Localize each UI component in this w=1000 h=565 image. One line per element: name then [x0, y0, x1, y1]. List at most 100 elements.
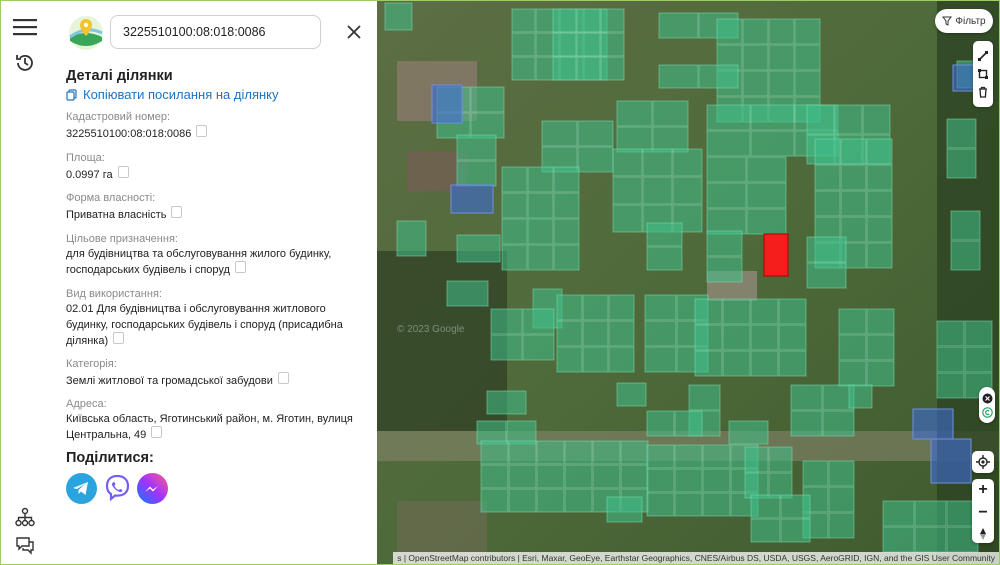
- parcel[interactable]: [536, 464, 565, 489]
- parcel[interactable]: [840, 164, 867, 191]
- parcel[interactable]: [838, 334, 867, 361]
- parcel[interactable]: [646, 492, 675, 517]
- parcel[interactable]: [608, 346, 635, 373]
- copyright-icon[interactable]: [981, 406, 993, 418]
- parcel[interactable]: [702, 492, 731, 517]
- parcel[interactable]: [862, 104, 891, 135]
- parcel[interactable]: [694, 298, 723, 325]
- parcel[interactable]: [674, 410, 703, 437]
- parcel[interactable]: [866, 334, 895, 361]
- parcel[interactable]: [522, 308, 555, 335]
- parcel[interactable]: [706, 230, 743, 257]
- parcel[interactable]: [706, 130, 751, 157]
- parcel[interactable]: [456, 160, 497, 187]
- parcel[interactable]: [527, 166, 554, 193]
- parcel[interactable]: [536, 488, 565, 513]
- parcel[interactable]: [716, 18, 743, 45]
- parcel[interactable]: [750, 350, 779, 377]
- parcel[interactable]: [838, 308, 867, 335]
- parcel[interactable]: [582, 346, 609, 373]
- polygon-icon[interactable]: [977, 68, 989, 80]
- parcel[interactable]: [553, 218, 580, 245]
- parcel[interactable]: [612, 204, 643, 233]
- parcel[interactable]: [612, 176, 643, 205]
- parcel[interactable]: [768, 44, 795, 71]
- parcel[interactable]: [606, 496, 643, 523]
- parcel[interactable]: [456, 234, 501, 263]
- zoom-out-button[interactable]: −: [978, 504, 987, 521]
- copy-icon[interactable]: [171, 206, 183, 219]
- parcel[interactable]: [706, 156, 747, 183]
- parcel[interactable]: [556, 320, 583, 347]
- parcel[interactable]: [866, 216, 893, 243]
- parcel[interactable]: [490, 334, 523, 361]
- parcel[interactable]: [646, 410, 675, 437]
- parcel[interactable]: [728, 420, 769, 445]
- copy-icon[interactable]: [151, 426, 163, 439]
- parcel[interactable]: [508, 488, 537, 513]
- parcel[interactable]: [698, 64, 739, 89]
- parcel[interactable]: [396, 220, 427, 257]
- filter-button[interactable]: Фільтр: [935, 9, 993, 33]
- parcel[interactable]: [652, 126, 689, 153]
- app-logo[interactable]: [68, 15, 104, 51]
- locate-button[interactable]: [972, 451, 994, 473]
- parcel[interactable]: [556, 294, 583, 321]
- parcel[interactable]: [794, 70, 821, 97]
- parcel[interactable]: [553, 244, 580, 271]
- parcel[interactable]: [501, 218, 528, 245]
- parcel[interactable]: [600, 8, 625, 33]
- parcel[interactable]: [508, 440, 537, 465]
- parcel[interactable]: [746, 182, 787, 209]
- parcel[interactable]: [642, 176, 673, 205]
- parcel[interactable]: [866, 190, 893, 217]
- parcel[interactable]: [778, 350, 807, 377]
- parcel[interactable]: [778, 298, 807, 325]
- parcel[interactable]: [840, 190, 867, 217]
- copy-icon[interactable]: [277, 372, 289, 385]
- map-view[interactable]: © 2023 Google Фільтр + − s | OpenStreetM…: [377, 1, 999, 564]
- parcel[interactable]: [814, 138, 841, 165]
- parcel[interactable]: [828, 512, 855, 539]
- special-parcel[interactable]: [912, 408, 954, 440]
- viber-icon[interactable]: [102, 473, 133, 504]
- parcel[interactable]: [511, 8, 536, 33]
- parcel[interactable]: [527, 192, 554, 219]
- special-parcel[interactable]: [930, 438, 972, 484]
- parcel[interactable]: [672, 176, 703, 205]
- parcel[interactable]: [480, 488, 509, 513]
- parcel[interactable]: [564, 488, 593, 513]
- parcel[interactable]: [652, 100, 689, 127]
- parcel[interactable]: [552, 8, 577, 33]
- parcel[interactable]: [646, 222, 683, 247]
- parcel[interactable]: [486, 390, 527, 415]
- parcel[interactable]: [553, 166, 580, 193]
- parcel[interactable]: [706, 256, 743, 283]
- copy-icon[interactable]: [234, 261, 246, 274]
- parcel[interactable]: [501, 244, 528, 271]
- parcel[interactable]: [742, 70, 769, 97]
- parcel[interactable]: [470, 86, 505, 113]
- trash-icon[interactable]: [977, 86, 989, 98]
- parcel[interactable]: [576, 8, 601, 33]
- parcel[interactable]: [446, 280, 489, 307]
- parcel[interactable]: [644, 294, 677, 321]
- parcel[interactable]: [882, 526, 915, 553]
- parcel[interactable]: [552, 56, 577, 81]
- parcel[interactable]: [646, 444, 675, 469]
- parcel[interactable]: [600, 56, 625, 81]
- parcel[interactable]: [577, 120, 614, 147]
- parcel[interactable]: [688, 384, 721, 411]
- parcel[interactable]: [646, 468, 675, 493]
- selected-parcel[interactable]: [763, 233, 789, 277]
- parcel[interactable]: [750, 130, 795, 157]
- parcel[interactable]: [511, 56, 536, 81]
- ruler-icon[interactable]: [977, 50, 989, 62]
- history-icon[interactable]: [11, 49, 39, 77]
- parcel[interactable]: [480, 464, 509, 489]
- parcel[interactable]: [674, 444, 703, 469]
- parcel[interactable]: [608, 320, 635, 347]
- parcel[interactable]: [742, 18, 769, 45]
- parcel[interactable]: [936, 372, 965, 399]
- parcel[interactable]: [616, 126, 653, 153]
